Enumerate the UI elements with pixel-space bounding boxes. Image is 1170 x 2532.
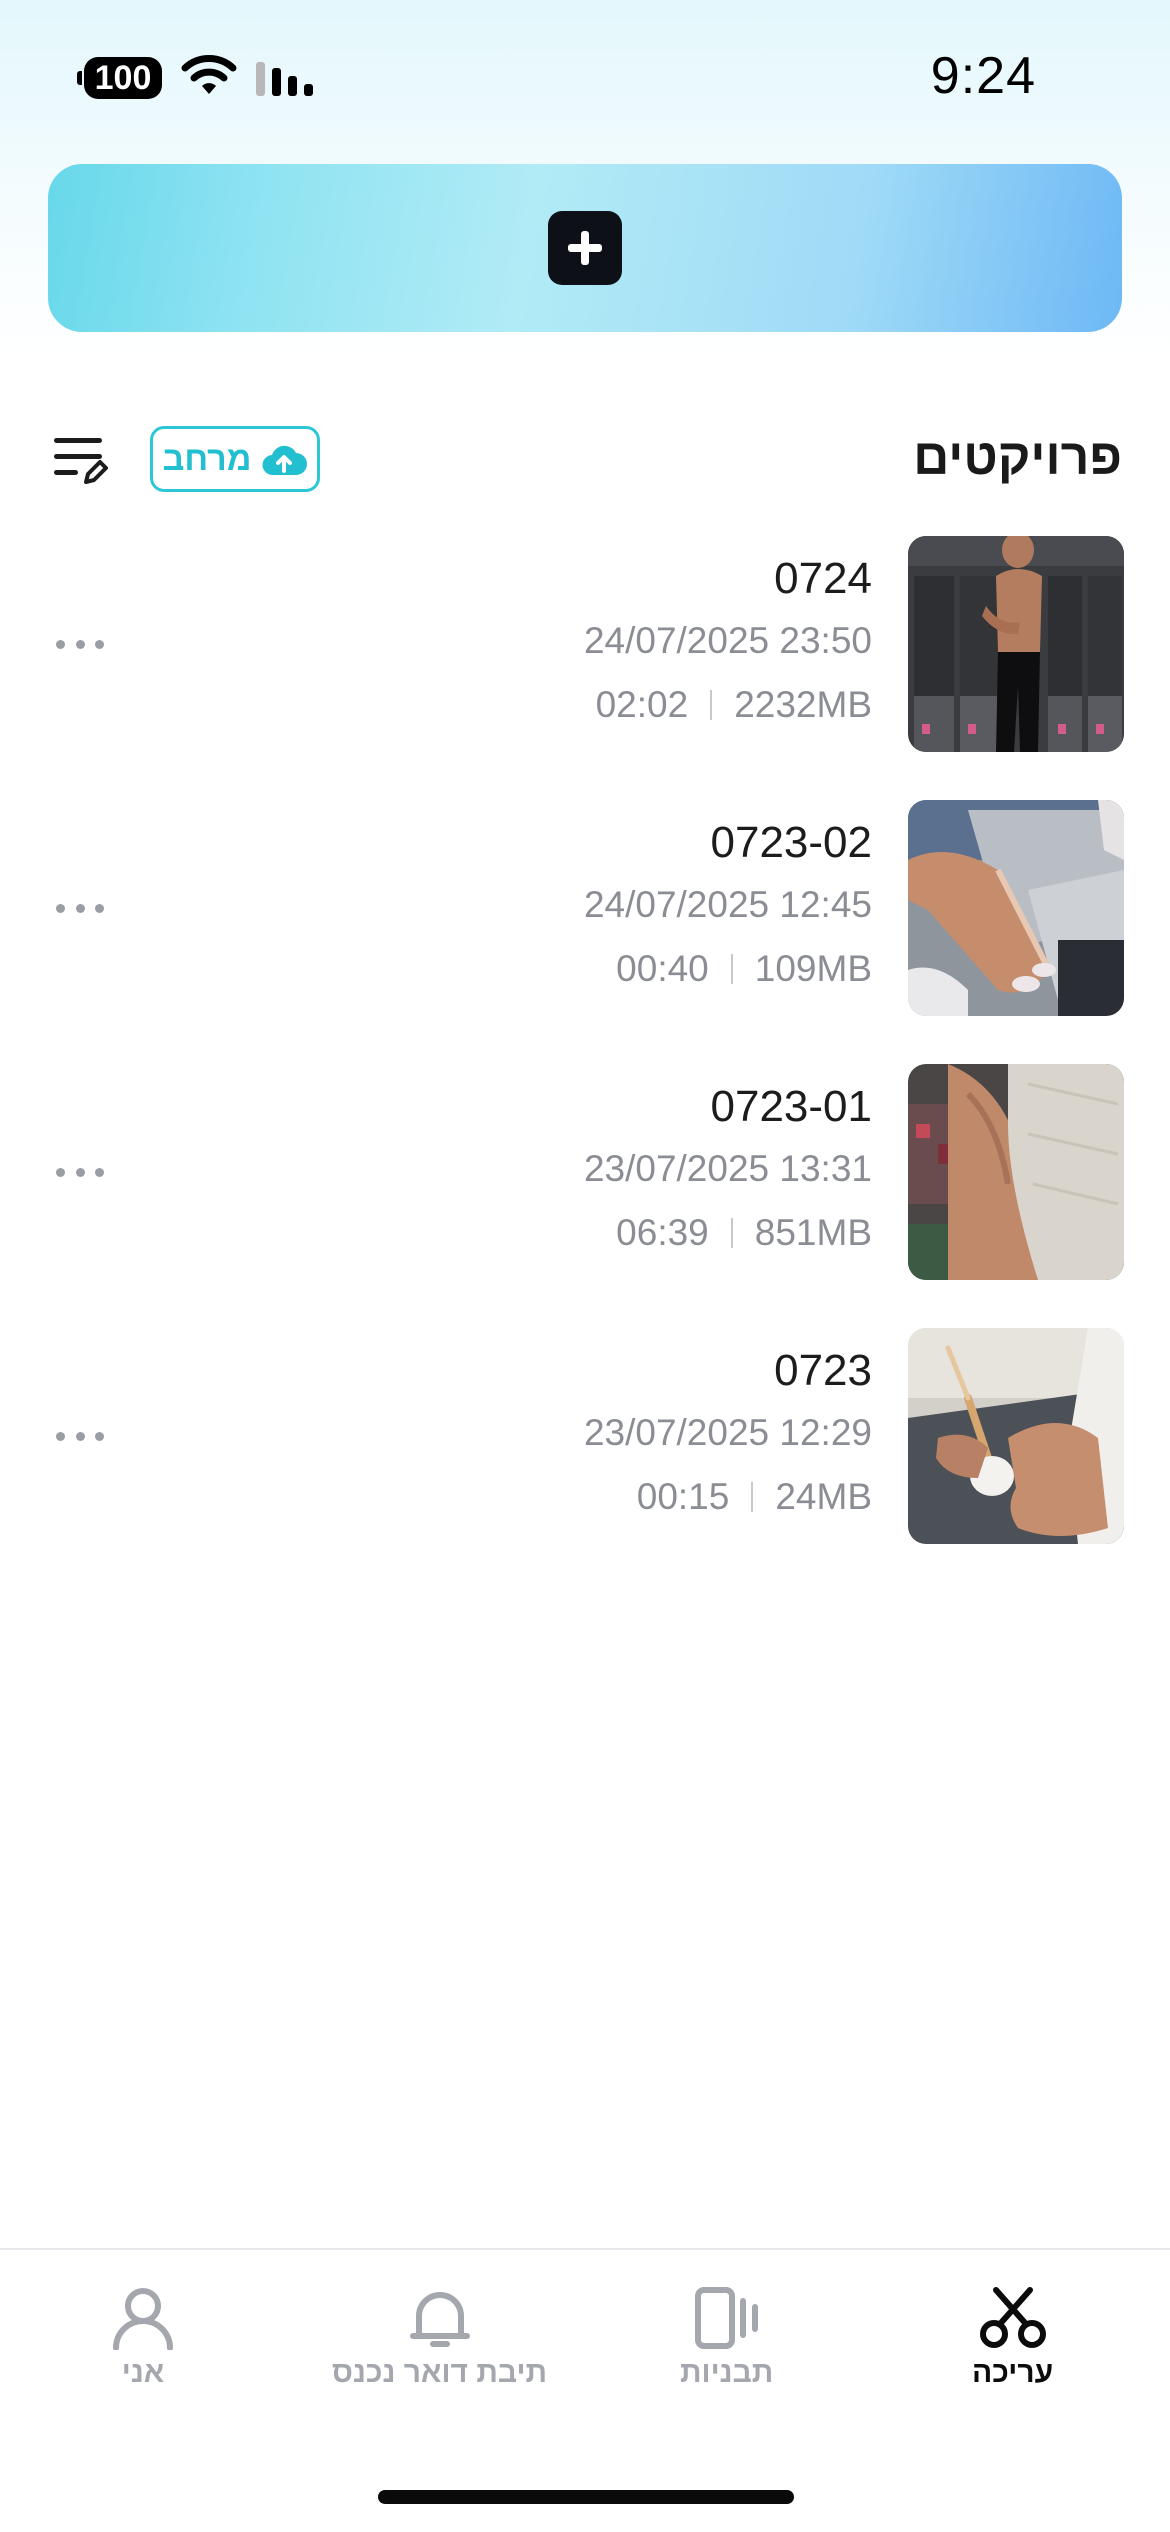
meta-divider [710,690,713,720]
project-size: 851MB [754,1212,872,1253]
tab-inbox[interactable]: תיבת דואר נכנס [332,2286,547,2390]
more-options-icon[interactable] [56,896,104,920]
battery-level: 100 [94,59,152,97]
cellular-signal-icon [256,62,313,96]
scissors-icon [979,2287,1046,2348]
project-size: 24MB [775,1476,872,1517]
space-button[interactable]: מרחב [150,426,320,492]
create-project-button[interactable] [48,164,1122,332]
meta-divider [730,954,733,984]
project-meta: 00:40 109MB [616,948,872,990]
project-date: 23/07/2025 12:29 [583,1412,872,1453]
more-options-icon[interactable] [56,632,104,656]
space-button-label: מרחב [162,439,252,478]
tab-me[interactable]: אני [108,2286,178,2390]
templates-icon [694,2287,758,2349]
projects-screen: 100 9:24 פרויקטים מרחב 0724 24/07/2025 2… [0,0,1170,2532]
wifi-icon [181,55,237,94]
project-duration: 02:02 [595,684,689,725]
project-size: 109MB [754,948,872,989]
project-thumbnail [908,1328,1124,1544]
projects-title: פרויקטים [913,429,1122,485]
meta-divider [751,1482,754,1512]
status-time: 9:24 [930,47,1036,105]
project-title: 0723-02 [710,818,872,867]
project-meta: 00:15 24MB [637,1476,872,1518]
project-size: 2232MB [734,684,872,725]
project-row[interactable]: 0724 24/07/2025 23:50 02:02 2232MB [0,536,1170,752]
project-title: 0724 [774,554,872,603]
list-edit-icon[interactable] [52,434,108,486]
project-duration: 06:39 [616,1212,709,1253]
project-duration: 00:15 [636,1476,730,1517]
project-row[interactable]: 0723-01 23/07/2025 13:31 06:39 851MB [0,1064,1170,1280]
project-meta: 02:02 2232MB [596,684,872,726]
tab-inbox-label: תיבת דואר נכנס [332,2356,548,2389]
home-indicator[interactable] [378,2490,794,2504]
tab-templates[interactable]: תבניות [680,2286,773,2390]
project-row[interactable]: 0723-02 24/07/2025 12:45 00:40 109MB [0,800,1170,1016]
project-title: 0723-01 [710,1082,872,1131]
tab-templates-label: תבניות [680,2356,774,2389]
tab-edit-label: עריכה [972,2356,1054,2389]
project-meta: 06:39 851MB [616,1212,872,1254]
plus-icon [548,211,622,285]
project-date: 23/07/2025 13:31 [583,1148,872,1189]
more-options-icon[interactable] [56,1424,104,1448]
tab-edit[interactable]: עריכה [972,2286,1053,2390]
meta-divider [730,1218,733,1248]
bell-icon [409,2292,470,2347]
project-thumbnail [908,800,1124,1016]
cloud-upload-icon [262,445,308,476]
project-title: 0723 [774,1346,872,1395]
project-duration: 00:40 [616,948,709,989]
project-thumbnail [908,536,1124,752]
status-bar: 100 9:24 [0,0,1170,150]
project-date: 24/07/2025 23:50 [583,620,872,661]
project-thumbnail [908,1064,1124,1280]
project-date: 24/07/2025 12:45 [583,884,872,925]
person-icon [113,2288,173,2350]
tab-me-label: אני [121,2356,165,2389]
project-row[interactable]: 0723 23/07/2025 12:29 00:15 24MB [0,1328,1170,1544]
more-options-icon[interactable] [56,1160,104,1184]
battery-icon: 100 [77,57,162,99]
